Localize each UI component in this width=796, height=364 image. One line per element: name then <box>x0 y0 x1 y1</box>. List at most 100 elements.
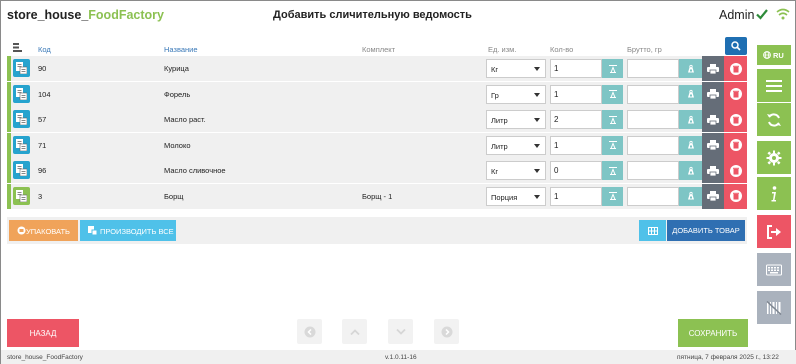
trash-icon <box>729 190 742 202</box>
qty-input[interactable]: 2 <box>550 110 602 129</box>
print-button[interactable] <box>702 81 724 107</box>
delete-button[interactable] <box>724 56 747 81</box>
unit-select[interactable]: Кг <box>486 161 546 180</box>
brutto-input[interactable] <box>627 59 679 78</box>
info-button[interactable] <box>757 177 791 210</box>
qty-input[interactable]: 1 <box>550 186 602 206</box>
trash-icon <box>729 88 742 100</box>
weigh-button[interactable] <box>679 135 702 155</box>
page-down-button[interactable] <box>388 319 413 344</box>
table-row[interactable]: 3 Борщ Борщ - 1 Порция 1 <box>7 183 747 209</box>
caret-down-icon <box>534 169 540 173</box>
sync-button[interactable] <box>757 103 791 136</box>
item-icon-button[interactable] <box>13 59 30 77</box>
top-header: store_house_FoodFactory Добавить сличите… <box>1 1 796 29</box>
search-button[interactable] <box>725 37 747 55</box>
item-icon-button[interactable] <box>13 161 30 179</box>
scale-button[interactable] <box>602 110 623 129</box>
language-label: RU <box>773 51 784 60</box>
table-row[interactable]: 57 Масло раст. Литр 2 <box>7 107 747 132</box>
delete-button[interactable] <box>724 158 747 183</box>
brand-logo: store_house_FoodFactory <box>7 8 164 22</box>
unit-select[interactable]: Литр <box>486 110 546 129</box>
produce-all-button[interactable]: ПРОИЗВОДИТЬ ВСЕ <box>80 220 176 241</box>
print-button[interactable] <box>702 107 724 132</box>
table-settings-icon[interactable] <box>13 43 22 52</box>
unit-value: Порция <box>491 192 518 202</box>
last-page-button[interactable] <box>434 319 459 344</box>
back-button[interactable]: НАЗАД <box>7 319 79 347</box>
table-row[interactable]: 104 Форель Гр 1 <box>7 81 747 107</box>
logout-button[interactable] <box>757 215 791 248</box>
scale-button[interactable] <box>602 135 623 155</box>
qty-input[interactable]: 0 <box>550 161 602 180</box>
brutto-input[interactable] <box>627 135 679 155</box>
brutto-input[interactable] <box>627 110 679 129</box>
scale-icon <box>608 141 617 149</box>
scale-button[interactable] <box>602 186 623 206</box>
cell-code: 71 <box>38 140 47 150</box>
weigh-button[interactable] <box>679 110 702 129</box>
print-button[interactable] <box>702 56 724 81</box>
column-header-name[interactable]: Название <box>164 45 198 54</box>
produce-all-label: ПРОИЗВОДИТЬ ВСЕ <box>100 227 174 236</box>
cell-code: 3 <box>38 191 43 201</box>
weigh-button[interactable] <box>679 59 702 78</box>
add-product-button[interactable]: ДОБАВИТЬ ТОВАР <box>667 220 745 241</box>
menu-button[interactable] <box>757 69 791 102</box>
brutto-input[interactable] <box>627 84 679 104</box>
table-row[interactable]: 90 Курица Кг 1 <box>7 56 747 81</box>
item-card-icon <box>16 138 27 151</box>
cell-complect: Борщ - 1 <box>362 191 393 201</box>
table-row[interactable]: 71 Молоко Литр 1 <box>7 132 747 158</box>
item-icon-button[interactable] <box>13 186 30 205</box>
row-status-strip <box>7 81 11 107</box>
produce-icon <box>88 226 97 235</box>
scale-button[interactable] <box>602 161 623 180</box>
brutto-input[interactable] <box>627 186 679 206</box>
scale-button[interactable] <box>602 59 623 78</box>
delete-button[interactable] <box>724 132 747 158</box>
unit-select[interactable]: Кг <box>486 59 546 78</box>
unit-select[interactable]: Литр <box>486 135 546 155</box>
barcode-button[interactable] <box>757 291 791 324</box>
column-header-code[interactable]: Код <box>38 45 51 54</box>
settings-button[interactable] <box>757 141 791 174</box>
qty-input[interactable]: 1 <box>550 84 602 104</box>
item-icon-button[interactable] <box>13 84 30 103</box>
item-icon-button[interactable] <box>13 110 30 128</box>
table-row[interactable]: 96 Масло сливочное Кг 0 <box>7 158 747 183</box>
save-button[interactable]: СОХРАНИТЬ <box>678 319 748 347</box>
weigh-button[interactable] <box>679 186 702 206</box>
status-app-name: store_house_FoodFactory <box>7 354 83 361</box>
grid-view-button[interactable] <box>639 220 666 241</box>
weigh-button[interactable] <box>679 161 702 180</box>
pack-button[interactable]: УПАКОВАТЬ <box>9 220 78 241</box>
print-button[interactable] <box>702 158 724 183</box>
first-page-button[interactable] <box>297 319 322 344</box>
delete-button[interactable] <box>724 183 747 209</box>
item-icon-button[interactable] <box>13 135 30 154</box>
delete-button[interactable] <box>724 81 747 107</box>
print-button[interactable] <box>702 132 724 158</box>
scale-button[interactable] <box>602 84 623 104</box>
trash-icon <box>729 62 742 75</box>
unit-select[interactable]: Порция <box>486 186 546 206</box>
weigh-button[interactable] <box>679 84 702 104</box>
keyboard-button[interactable] <box>757 253 791 286</box>
user-name[interactable]: Admin <box>719 8 754 22</box>
globe-icon <box>763 51 771 59</box>
brutto-input[interactable] <box>627 161 679 180</box>
qty-input[interactable]: 1 <box>550 135 602 155</box>
qty-input[interactable]: 1 <box>550 59 602 78</box>
column-header-qty: Кол-во <box>550 45 574 54</box>
caret-down-icon <box>534 194 540 199</box>
print-button[interactable] <box>702 183 724 209</box>
unit-select[interactable]: Гр <box>486 84 546 104</box>
unit-value: Кг <box>491 167 499 176</box>
caret-down-icon <box>534 92 540 97</box>
search-icon <box>731 41 741 51</box>
language-button[interactable]: RU <box>757 45 791 65</box>
delete-button[interactable] <box>724 107 747 132</box>
page-up-button[interactable] <box>342 319 367 344</box>
